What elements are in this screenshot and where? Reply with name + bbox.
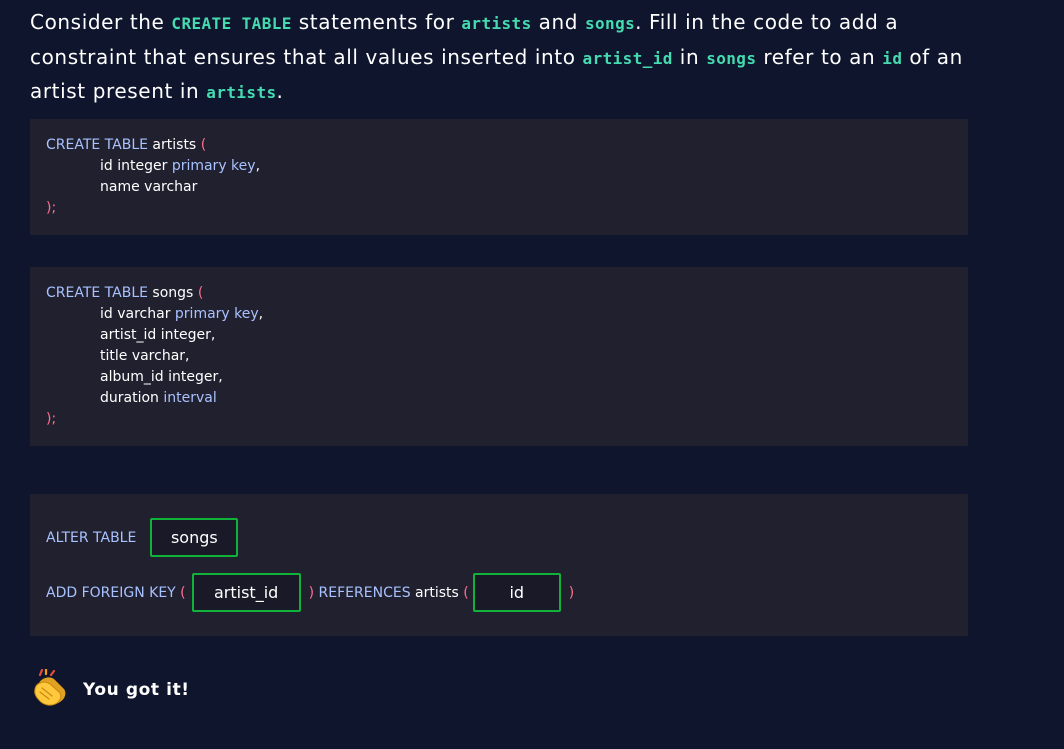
code-line: CREATE TABLE songs ( [46,283,968,304]
open-paren: ( [197,285,204,301]
clapping-hands-icon [32,668,68,711]
prompt-text: Consider the [30,10,172,34]
close-paren: ) [568,584,575,601]
question-prompt: Consider the CREATE TABLE statements for… [30,6,980,110]
prompt-text: and [531,10,585,34]
songs-table-code-block: CREATE TABLE songs ( id varchar primary … [30,267,968,446]
inline-code: songs [584,14,636,33]
feedback-message: You got it! [32,668,190,711]
code-line: duration interval [46,388,968,409]
column-def: duration [100,390,164,406]
table-name: artists [147,137,201,153]
comma: , [258,306,264,322]
add-foreign-key-row: ADD FOREIGN KEY ( artist_id ) REFERENCES… [46,573,574,612]
column-def: id varchar [100,306,175,322]
answer-box-table[interactable]: songs [150,518,239,557]
alter-table-row: ALTER TABLE songs [46,518,239,557]
open-paren: ( [463,584,469,601]
code-line: id varchar primary key, [46,304,968,325]
sql-keyword: CREATE TABLE [46,137,148,153]
inline-code: artists [206,83,277,102]
code-line: CREATE TABLE artists ( [46,135,968,156]
prompt-text: refer to an [756,44,883,69]
code-line: artist_id integer, [100,327,216,343]
code-line: ); [46,198,968,219]
code-line: id integer primary key, [46,156,968,177]
sql-keyword: interval [163,390,217,406]
inline-code: songs [706,48,757,68]
inline-code: CREATE TABLE [171,14,292,33]
sql-keyword: primary key [171,158,256,174]
code-line: ); [46,409,968,430]
sql-keyword: REFERENCES [314,584,411,601]
code-line: album_id integer, [100,369,223,385]
code-line: name varchar [100,179,198,195]
comma: , [255,158,261,174]
sql-keyword: primary key [174,306,259,322]
table-name: artists [410,584,464,601]
inline-code: artist_id [582,48,673,68]
prompt-text: statements for [291,10,462,34]
open-paren: ( [200,137,207,153]
sql-keyword: CREATE TABLE [46,285,148,301]
code-line: title varchar, [100,348,190,364]
column-def: id integer [100,158,172,174]
artists-table-code-block: CREATE TABLE artists ( id integer primar… [30,119,968,235]
answer-box-column[interactable]: artist_id [191,573,301,612]
open-paren: ( [175,584,186,601]
prompt-text: . [276,79,284,103]
inline-code: id [882,48,903,68]
feedback-text: You got it! [83,680,190,700]
answer-code-block: ALTER TABLE songs ADD FOREIGN KEY ( arti… [30,494,968,636]
close-paren: ); [46,200,57,216]
sql-keyword: ADD FOREIGN KEY [46,584,176,601]
prompt-text: in [672,44,707,69]
sql-keyword: ALTER TABLE [46,529,137,546]
close-paren: ); [46,411,57,427]
table-name: songs [147,285,198,301]
inline-code: artists [461,14,532,33]
answer-box-ref-column[interactable]: id [472,573,561,612]
